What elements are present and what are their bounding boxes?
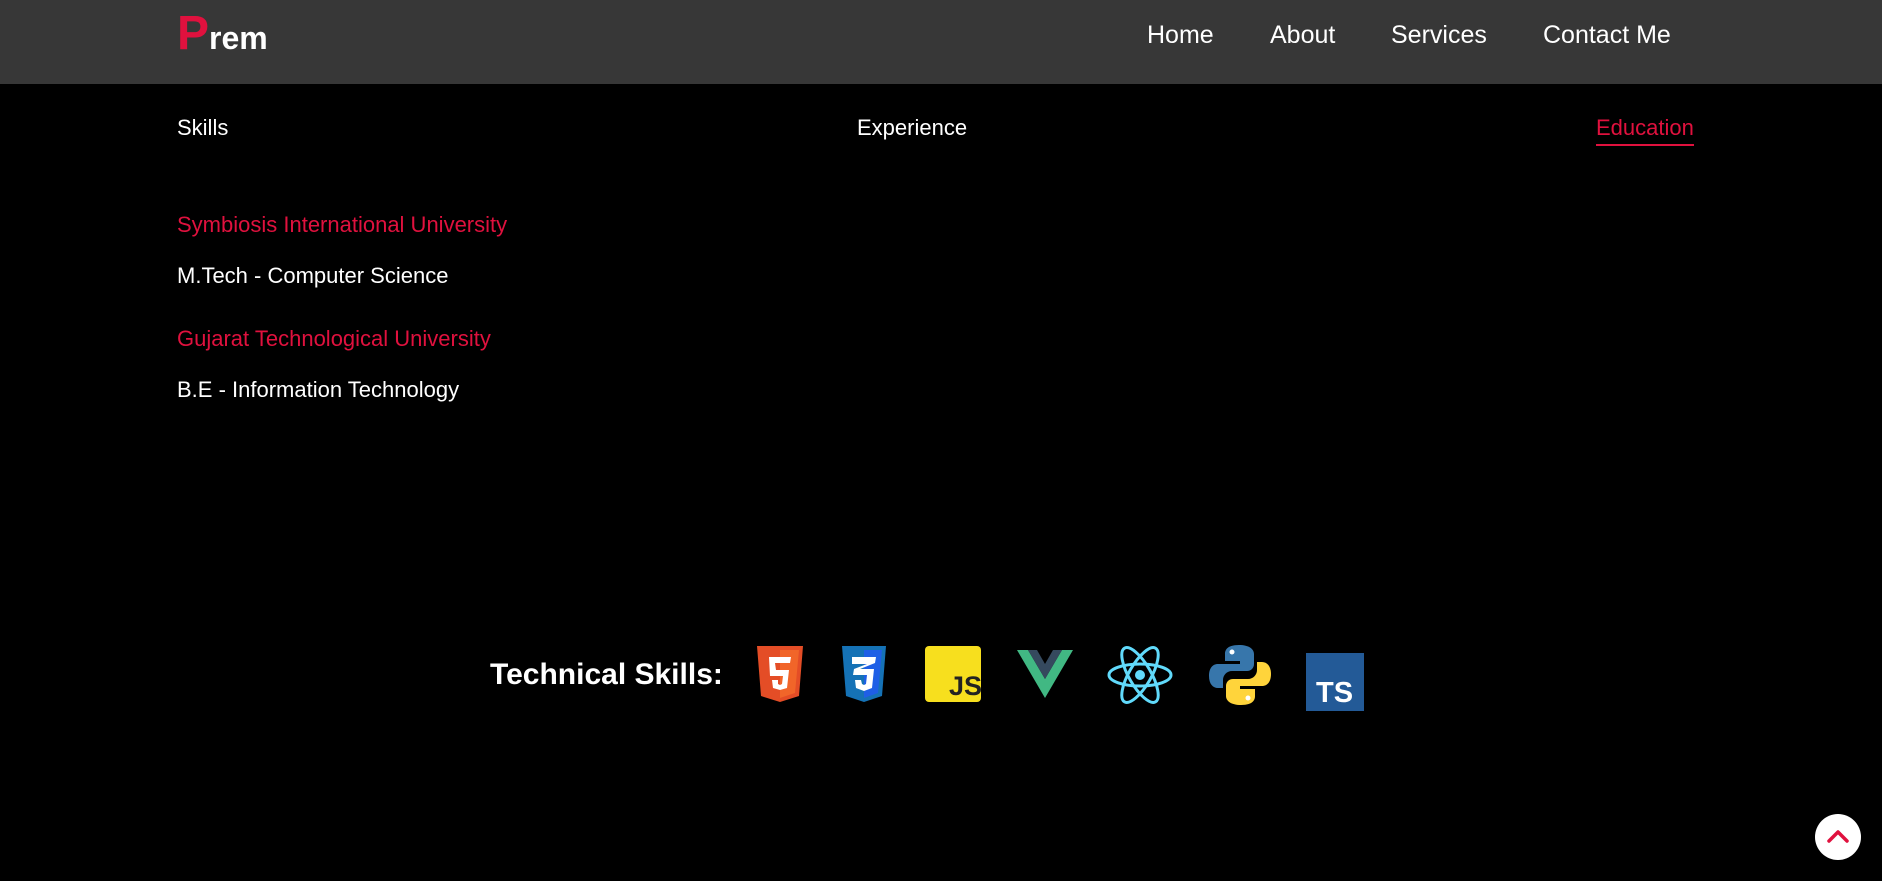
css3-icon xyxy=(842,646,886,702)
navbar: Prem Home About Services Contact Me xyxy=(0,0,1882,84)
javascript-icon: JS xyxy=(925,646,981,702)
nav-about-link[interactable]: About xyxy=(1270,20,1335,50)
back-to-top-button[interactable] xyxy=(1815,814,1861,860)
tab-experience[interactable]: Experience xyxy=(857,114,967,142)
typescript-icon: TS xyxy=(1306,653,1364,711)
tab-education[interactable]: Education xyxy=(1596,114,1694,146)
technical-skills-label: Technical Skills: xyxy=(490,658,723,691)
education-institution: Gujarat Technological University xyxy=(177,326,491,351)
logo[interactable]: Prem xyxy=(177,10,268,58)
nav-services-link[interactable]: Services xyxy=(1391,20,1487,50)
vue-icon xyxy=(1017,650,1073,698)
logo-first-letter: P xyxy=(177,7,210,60)
python-icon xyxy=(1209,645,1271,705)
nav-home-link[interactable]: Home xyxy=(1147,20,1214,50)
typescript-icon-label: TS xyxy=(1316,677,1353,709)
education-degree: M.Tech - Computer Science xyxy=(177,263,449,288)
nav-contact-link[interactable]: Contact Me xyxy=(1543,20,1671,50)
education-degree: B.E - Information Technology xyxy=(177,377,460,402)
education-institution: Symbiosis International University xyxy=(177,212,508,237)
tab-skills[interactable]: Skills xyxy=(177,114,228,142)
html5-icon xyxy=(757,646,803,702)
logo-rest: rem xyxy=(209,20,268,56)
javascript-icon-label: JS xyxy=(949,671,981,701)
react-icon xyxy=(1107,646,1173,704)
chevron-up-icon xyxy=(1827,830,1849,843)
